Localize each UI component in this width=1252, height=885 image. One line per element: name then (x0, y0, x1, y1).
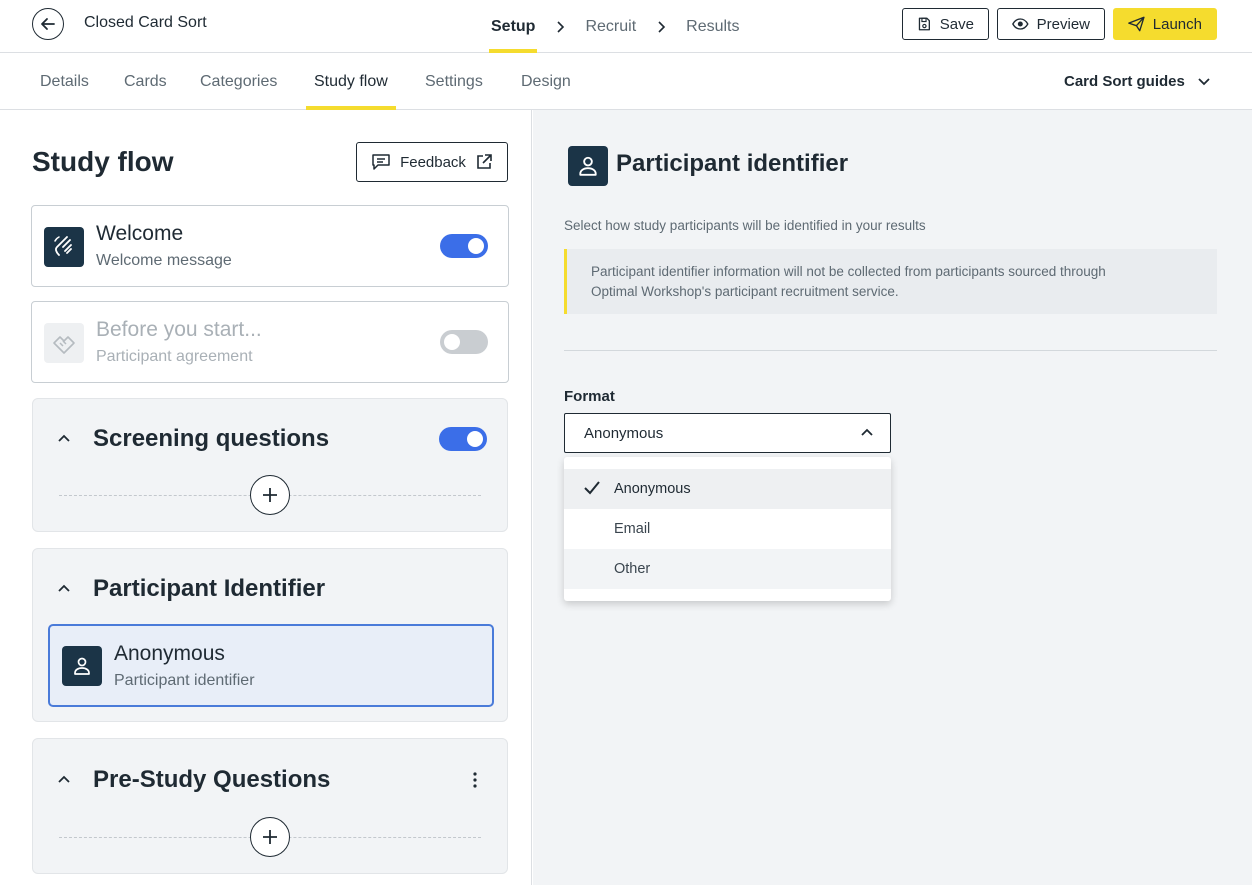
format-select-value: Anonymous (584, 425, 664, 442)
participant-identifier-card[interactable]: Anonymous Participant identifier (48, 624, 494, 707)
chevron-up-icon[interactable] (57, 433, 71, 443)
before-you-start-toggle[interactable] (440, 330, 488, 354)
recruitment-notice: Participant identifier information will … (564, 249, 1217, 314)
user-icon (568, 146, 608, 186)
external-link-icon (477, 154, 492, 169)
eye-icon (1012, 18, 1029, 30)
user-icon (62, 646, 102, 686)
step-results[interactable]: Results (686, 0, 739, 53)
launch-label: Launch (1152, 15, 1202, 33)
preview-label: Preview (1036, 15, 1090, 33)
sub-tabs: Details Cards Categories Study flow Sett… (0, 53, 1252, 110)
launch-button[interactable]: Launch (1113, 8, 1217, 40)
feedback-button[interactable]: Feedback (356, 142, 508, 182)
format-label: Format (564, 388, 615, 405)
add-screening-question-button[interactable] (250, 475, 290, 515)
format-select[interactable]: Anonymous (564, 413, 891, 453)
welcome-toggle[interactable] (440, 234, 488, 258)
chevron-up-icon[interactable] (57, 583, 71, 593)
chevron-up-icon (860, 427, 874, 437)
tab-details[interactable]: Details (40, 53, 89, 110)
toggle-knob (468, 238, 484, 254)
participant-identifier-title: Participant Identifier (93, 575, 326, 602)
plus-icon (263, 488, 277, 502)
welcome-card[interactable]: Welcome Welcome message (31, 205, 509, 287)
step-recruit[interactable]: Recruit (585, 0, 636, 53)
toggle-knob (444, 334, 460, 350)
card-sort-guides-dropdown[interactable]: Card Sort guides (1064, 53, 1211, 110)
feedback-label: Feedback (400, 153, 466, 171)
plus-icon (263, 830, 277, 844)
waving-hand-icon (44, 227, 84, 267)
format-dropdown-menu: Anonymous Email Other (564, 457, 891, 601)
study-flow-panel: Study flow Feedback Welcome Welcome mess… (0, 110, 532, 885)
save-label: Save (939, 15, 974, 33)
option-label: Anonymous (614, 481, 691, 497)
welcome-title: Welcome (96, 222, 184, 245)
arrow-left-icon (41, 18, 55, 30)
more-options-icon[interactable] (473, 772, 477, 788)
welcome-subtitle: Welcome message (96, 252, 232, 269)
screening-questions-toggle[interactable] (439, 427, 487, 451)
participant-identifier-panel: Participant identifier Select how study … (533, 110, 1252, 885)
participant-identifier-section: Participant Identifier Anonymous Partici… (32, 548, 508, 722)
chevron-right-icon (656, 20, 666, 33)
chevron-right-icon (555, 20, 565, 33)
save-button[interactable]: Save (902, 8, 989, 40)
chevron-up-icon[interactable] (57, 774, 71, 784)
back-button[interactable] (32, 8, 64, 40)
participant-identifier-card-title: Anonymous (114, 642, 225, 665)
pre-study-questions-title: Pre-Study Questions (93, 766, 331, 793)
add-pre-study-question-button[interactable] (250, 817, 290, 857)
guides-label: Card Sort guides (1064, 73, 1185, 90)
divider (564, 350, 1217, 351)
chevron-down-icon (1198, 77, 1210, 85)
screening-questions-section: Screening questions (32, 398, 508, 532)
preview-button[interactable]: Preview (997, 8, 1105, 40)
option-anonymous[interactable]: Anonymous (564, 469, 891, 509)
paper-plane-icon (1128, 16, 1145, 32)
study-title: Closed Card Sort (84, 14, 207, 31)
toggle-knob (467, 431, 483, 447)
before-you-start-title: Before you start... (96, 318, 262, 341)
tab-design[interactable]: Design (521, 53, 571, 110)
page-title: Study flow (32, 146, 174, 177)
option-email[interactable]: Email (564, 509, 891, 549)
option-label: Other (614, 561, 651, 577)
check-icon (584, 481, 600, 495)
screening-questions-title: Screening questions (93, 425, 330, 452)
tab-settings[interactable]: Settings (425, 53, 483, 110)
top-bar: Closed Card Sort Setup Recruit Results S… (0, 0, 1252, 53)
notice-line: Optimal Workshop's participant recruitme… (591, 284, 899, 299)
pre-study-questions-section: Pre-Study Questions (32, 738, 508, 874)
tab-categories[interactable]: Categories (200, 53, 277, 110)
handshake-icon (44, 323, 84, 363)
panel-title: Participant identifier (616, 150, 849, 177)
notice-line: Participant identifier information will … (591, 264, 1106, 279)
panel-description: Select how study participants will be id… (564, 218, 926, 233)
participant-identifier-card-subtitle: Participant identifier (114, 672, 255, 689)
before-you-start-subtitle: Participant agreement (96, 348, 253, 365)
option-other[interactable]: Other (564, 549, 891, 589)
comment-icon (372, 154, 390, 170)
step-setup[interactable]: Setup (488, 0, 538, 53)
tab-cards[interactable]: Cards (124, 53, 167, 110)
option-label: Email (614, 521, 651, 537)
before-you-start-card[interactable]: Before you start... Participant agreemen… (31, 301, 509, 383)
step-nav: Setup Recruit Results (488, 0, 740, 53)
tab-study-flow[interactable]: Study flow (306, 53, 396, 110)
save-icon (918, 17, 930, 31)
